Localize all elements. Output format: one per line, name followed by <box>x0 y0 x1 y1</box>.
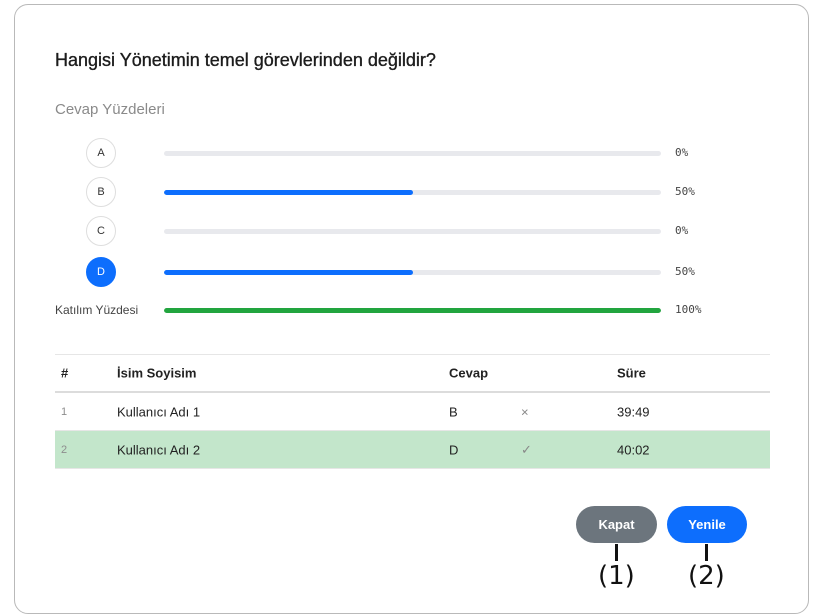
table-row: 1 Kullanıcı Adı 1 B × 39:49 <box>55 393 770 431</box>
check-icon: ✓ <box>521 441 532 457</box>
participation-percent: 100% <box>675 303 702 316</box>
callout-label-2: (2) <box>688 561 725 591</box>
header-num: # <box>61 365 69 381</box>
option-a-percent: 0% <box>675 146 689 159</box>
row-num: 2 <box>61 443 68 456</box>
option-d-percent: 50% <box>675 265 695 278</box>
answer-percentages-title: Cevap Yüzdeleri <box>55 101 165 118</box>
participation-progress-fill <box>164 308 661 313</box>
option-c-percent: 0% <box>675 224 689 237</box>
option-b-progress-track <box>164 190 661 195</box>
option-row-c: C 0% <box>0 215 815 249</box>
option-row-a: A 0% <box>0 137 815 171</box>
row-answer: D <box>449 442 459 457</box>
callout-line-2 <box>705 544 708 561</box>
callout-label-1: (1) <box>598 561 635 591</box>
row-num: 1 <box>61 405 68 418</box>
participation-row: Katılım Yüzdesi 100% <box>0 294 815 328</box>
header-time: Süre <box>617 365 646 381</box>
row-name: Kullanıcı Adı 1 <box>117 404 201 419</box>
row-time: 39:49 <box>617 404 650 419</box>
option-d-badge: D <box>86 257 116 287</box>
participation-label: Katılım Yüzdesi <box>55 303 139 317</box>
table-header: # İsim Soyisim Cevap Süre <box>55 355 770 393</box>
header-answer: Cevap <box>449 365 489 381</box>
refresh-button[interactable]: Yenile <box>667 506 747 543</box>
option-b-progress-fill <box>164 190 413 195</box>
participants-table: # İsim Soyisim Cevap Süre 1 Kullanıcı Ad… <box>55 354 770 469</box>
option-row-d: D 50% <box>0 256 815 290</box>
question-title: Hangisi Yönetimin temel görevlerinden de… <box>55 50 436 70</box>
option-d-progress-track <box>164 270 661 275</box>
option-b-badge: B <box>86 177 116 207</box>
participation-progress-track <box>164 308 661 313</box>
table-row: 2 Kullanıcı Adı 2 D ✓ 40:02 <box>55 431 770 469</box>
cross-icon: × <box>521 404 529 419</box>
callout-line-1 <box>615 544 618 561</box>
row-name: Kullanıcı Adı 2 <box>117 442 201 457</box>
option-b-percent: 50% <box>675 185 695 198</box>
row-time: 40:02 <box>617 442 650 457</box>
option-d-progress-fill <box>164 270 413 275</box>
header-name: İsim Soyisim <box>117 365 197 381</box>
row-answer: B <box>449 404 458 419</box>
close-button[interactable]: Kapat <box>576 506 657 543</box>
option-a-badge: A <box>86 138 116 168</box>
option-row-b: B 50% <box>0 176 815 210</box>
option-a-progress-track <box>164 151 661 156</box>
option-c-progress-track <box>164 229 661 234</box>
option-c-badge: C <box>86 216 116 246</box>
